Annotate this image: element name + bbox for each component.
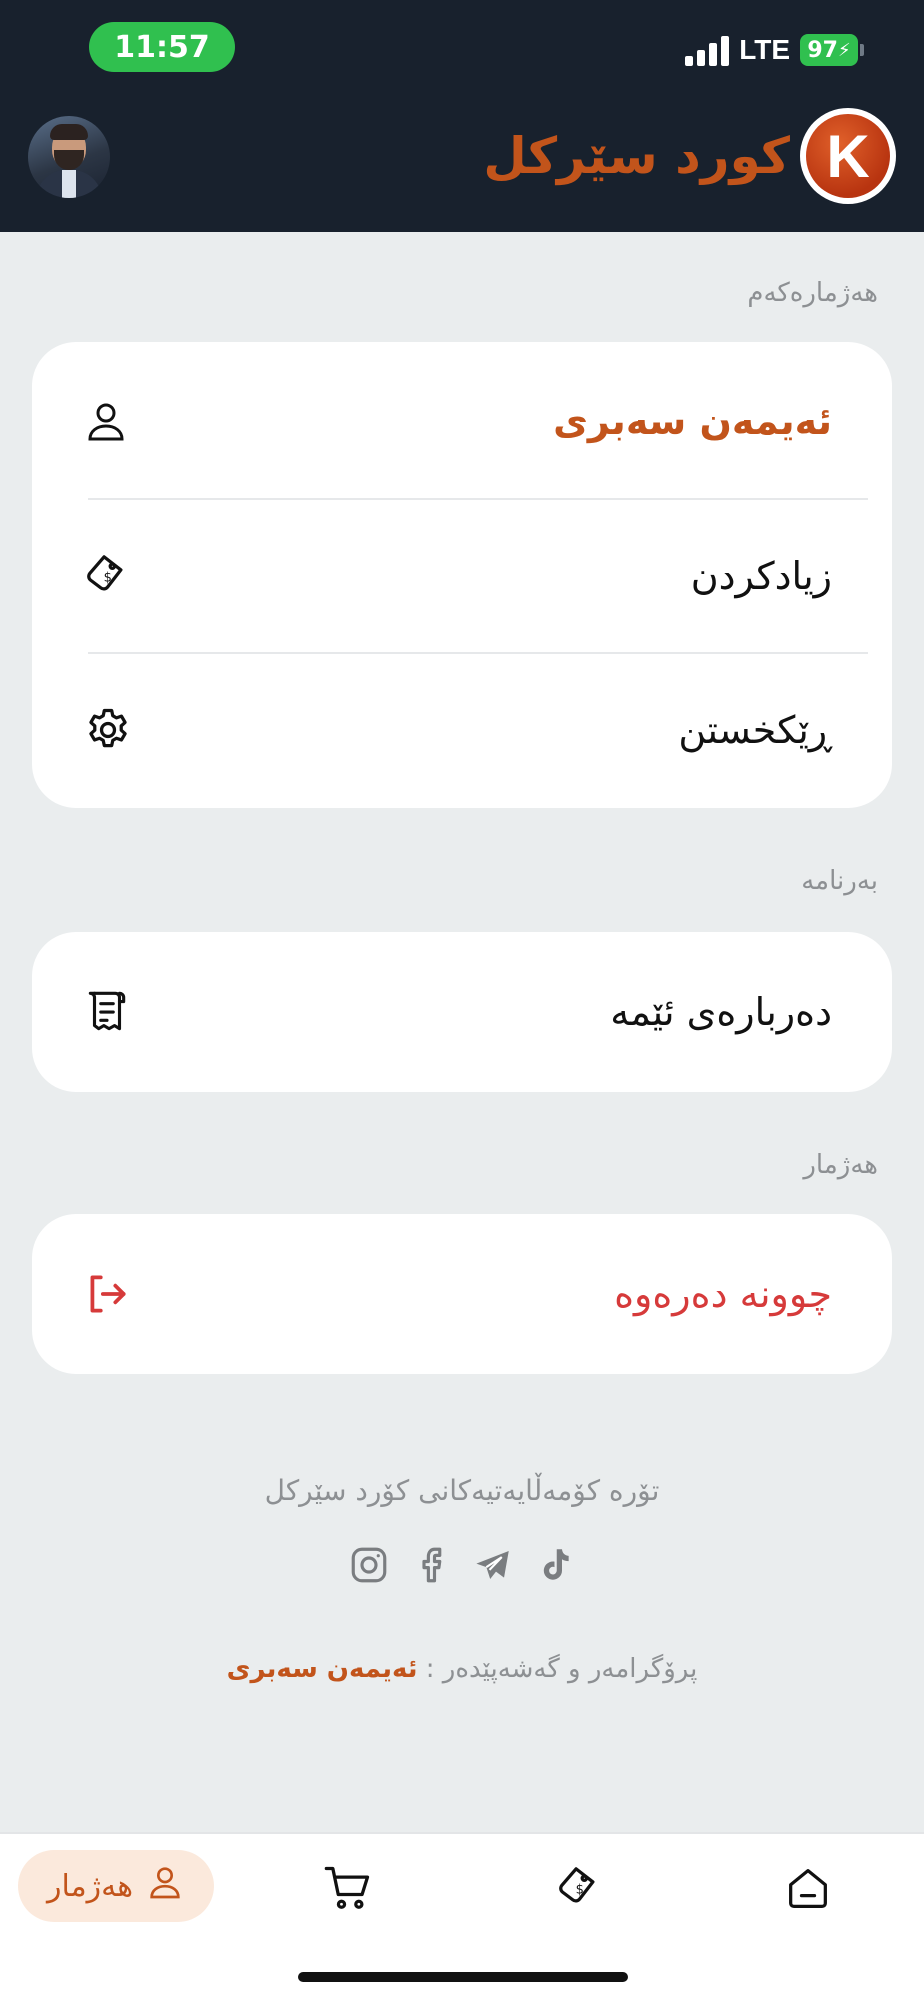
status-time: 11:57 xyxy=(89,22,235,72)
settings-label: ڕێکخستن xyxy=(678,708,832,752)
app-card: دەربارەی ئێمە xyxy=(32,932,892,1092)
app-header: 11:57 LTE 97 ⚡ كورد سێرکل K xyxy=(0,0,924,232)
network-type: LTE xyxy=(739,34,790,65)
svg-text:$: $ xyxy=(104,570,112,585)
logout-card: چوونە دەرەوە xyxy=(32,1214,892,1374)
home-icon xyxy=(789,1869,827,1909)
logout-label: چوونە دەرەوە xyxy=(614,1272,832,1316)
telegram-icon[interactable] xyxy=(472,1544,514,1590)
tiktok-icon[interactable] xyxy=(534,1544,576,1590)
logo: K xyxy=(800,108,896,204)
section-label-app: بەرنامە xyxy=(801,866,878,896)
user-icon xyxy=(82,397,130,445)
receipt-icon xyxy=(82,987,132,1037)
tag-tab[interactable]: $ xyxy=(554,1862,604,1912)
user-icon xyxy=(145,1862,185,1910)
home-indicator xyxy=(298,1972,628,1982)
battery-level: 97 xyxy=(807,37,838,63)
account-tab[interactable]: هەژمار xyxy=(18,1850,214,1922)
logout-icon xyxy=(82,1269,132,1319)
about-row[interactable]: دەربارەی ئێمە xyxy=(32,935,892,1089)
signal-icon xyxy=(685,34,730,66)
section-label-my-account: هەژمارەکەم xyxy=(747,278,878,308)
developer-name: ئەیمەن سەبری xyxy=(226,1654,418,1684)
avatar[interactable] xyxy=(28,116,110,198)
add-label: زیادکردن xyxy=(690,554,832,598)
battery-icon: 97 ⚡ xyxy=(800,34,864,66)
status-indicators: LTE 97 ⚡ xyxy=(685,34,864,66)
cart-icon xyxy=(324,1866,370,1909)
home-tab[interactable] xyxy=(782,1862,832,1912)
section-label-account: هەژمار xyxy=(803,1150,878,1180)
add-row[interactable]: $ زیادکردن xyxy=(32,499,892,653)
profile-name: ئەیمەن سەبری xyxy=(553,399,832,443)
logo-letter: K xyxy=(826,122,870,190)
social-links xyxy=(0,1544,924,1590)
brand: كورد سێرکل K xyxy=(483,108,896,204)
price-tag-icon: $ xyxy=(559,1867,595,1903)
credit-prefix: پرۆگرامەر و گەشەپێدەر : xyxy=(425,1654,698,1684)
account-card: ئەیمەن سەبری $ زیادکردن ڕێکخستن xyxy=(32,342,892,808)
about-label: دەربارەی ئێمە xyxy=(610,990,832,1034)
developer-credit: پرۆگرامەر و گەشەپێدەر : ئەیمەن سەبری xyxy=(0,1654,924,1684)
instagram-icon[interactable] xyxy=(348,1544,390,1590)
svg-text:$: $ xyxy=(576,1882,584,1897)
facebook-icon[interactable] xyxy=(410,1544,452,1590)
price-tag-icon: $ xyxy=(82,550,134,602)
brand-name: كورد سێرکل xyxy=(483,127,790,185)
logout-row[interactable]: چوونە دەرەوە xyxy=(32,1217,892,1371)
gear-icon xyxy=(82,704,134,756)
cart-tab[interactable] xyxy=(322,1862,372,1912)
profile-row[interactable]: ئەیمەن سەبری xyxy=(32,344,892,498)
social-title: تۆرە کۆمەڵایەتیەکانی کۆرد سێرکل xyxy=(264,1474,660,1507)
settings-row[interactable]: ڕێکخستن xyxy=(32,653,892,807)
account-tab-label: هەژمار xyxy=(46,1868,134,1904)
